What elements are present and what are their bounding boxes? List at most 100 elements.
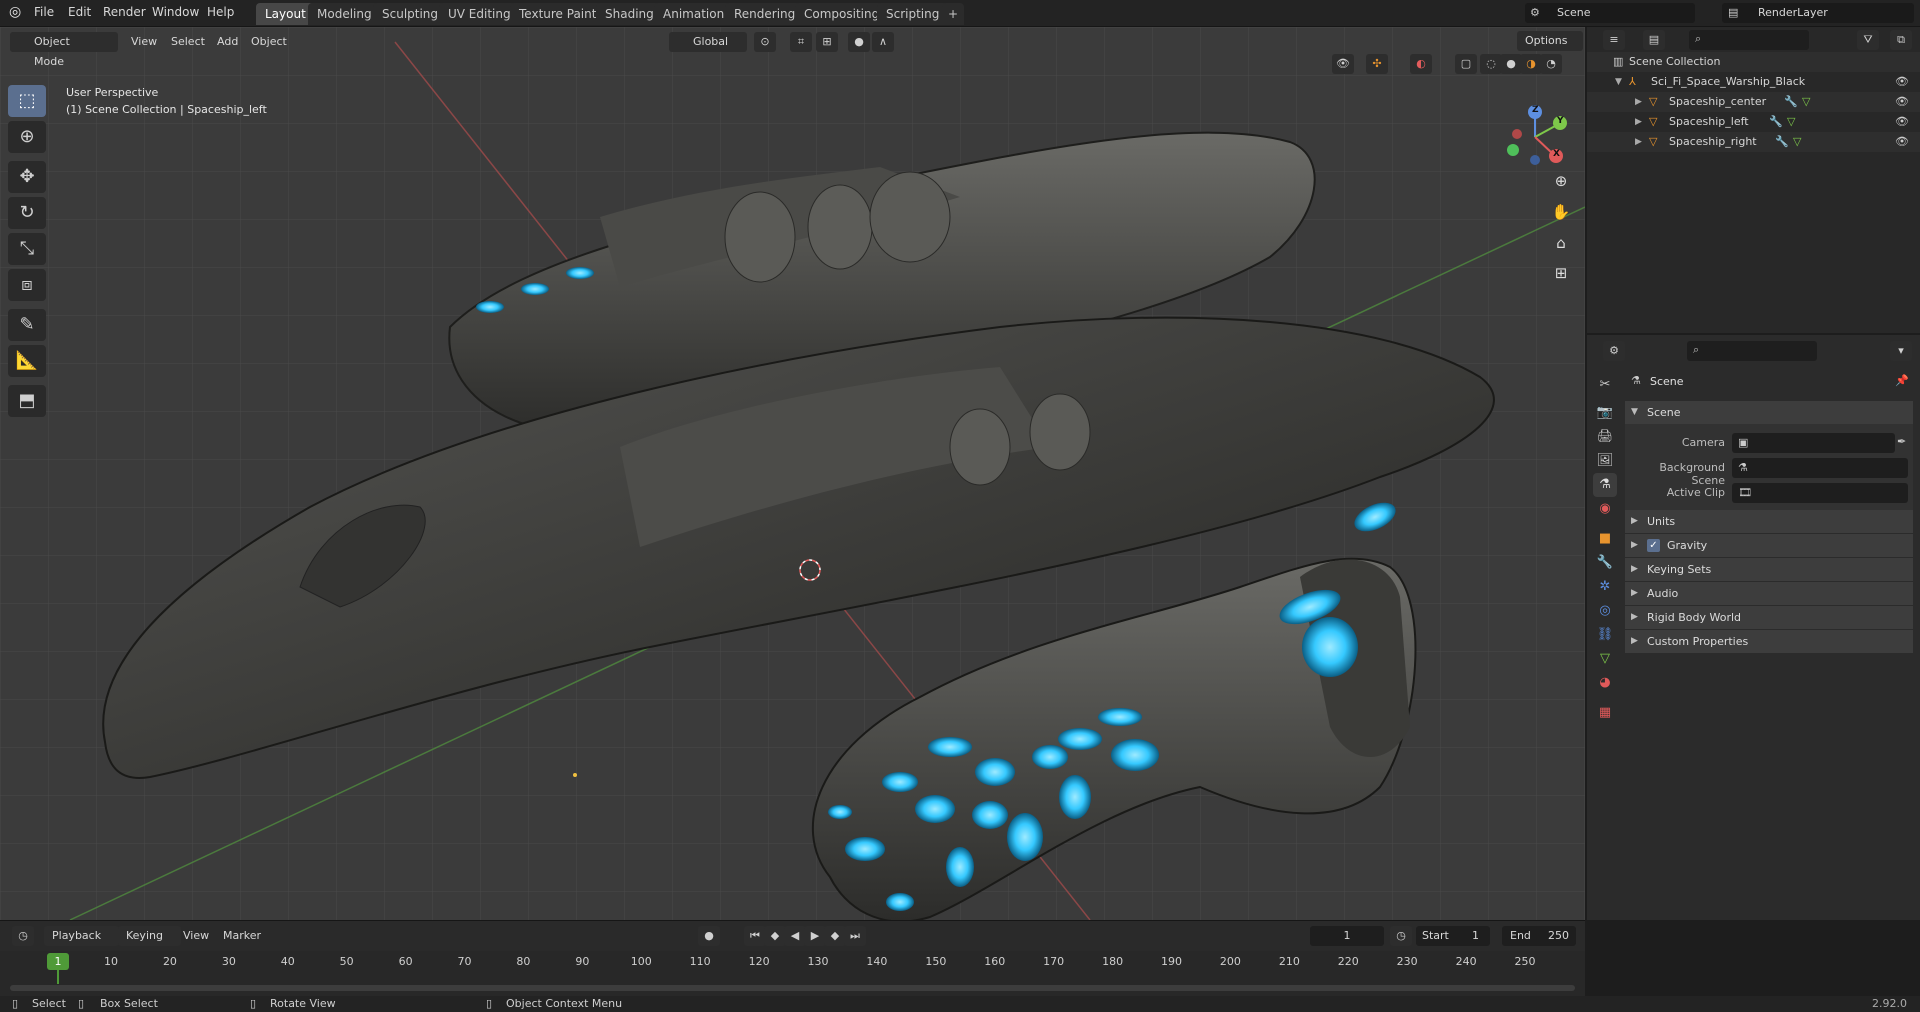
expand-arrow-icon[interactable]: ▶ bbox=[1635, 132, 1642, 152]
visibility-eye-icon[interactable]: 👁 bbox=[1895, 112, 1909, 132]
menu-edit[interactable]: Edit bbox=[68, 5, 91, 19]
expand-arrow-icon[interactable]: ▼ bbox=[1615, 72, 1622, 92]
menu-file[interactable]: File bbox=[34, 5, 54, 19]
transform-orientation-dropdown[interactable]: Global bbox=[669, 32, 747, 52]
gizmo-toggle-icon[interactable]: ✣ bbox=[1366, 54, 1388, 74]
expand-arrow-icon[interactable]: ▶ bbox=[1635, 92, 1642, 112]
zoom-icon[interactable]: ⊕ bbox=[1548, 168, 1574, 194]
active-clip-field[interactable] bbox=[1732, 483, 1908, 503]
menu-window[interactable]: Window bbox=[152, 5, 199, 19]
tab-rendering[interactable]: Rendering bbox=[725, 3, 805, 25]
viewport-menu-select[interactable]: Select bbox=[171, 32, 205, 52]
physics-tab-icon[interactable]: ◎ bbox=[1593, 599, 1617, 623]
solid-shading-icon[interactable]: ● bbox=[1500, 54, 1522, 74]
wireframe-shading-icon[interactable]: ◌ bbox=[1480, 54, 1502, 74]
filter-icon[interactable]: ⛛ bbox=[1857, 30, 1879, 50]
viewport-menu-object[interactable]: Object bbox=[251, 32, 287, 52]
falloff-icon[interactable]: ∧ bbox=[872, 32, 894, 52]
tab-compositing[interactable]: Compositing bbox=[795, 3, 889, 25]
add-cube-tool-icon[interactable]: ⬒ bbox=[8, 385, 46, 417]
camera-field[interactable] bbox=[1732, 433, 1895, 453]
annotate-tool-icon[interactable]: ✎ bbox=[8, 309, 46, 341]
properties-search-input[interactable] bbox=[1687, 341, 1817, 361]
options-dropdown[interactable]: Options bbox=[1517, 31, 1584, 51]
timeline-scrollbar[interactable] bbox=[10, 985, 1575, 991]
visibility-eye-icon[interactable]: 👁 bbox=[1895, 72, 1909, 92]
render-tab-icon[interactable]: 📷 bbox=[1593, 401, 1617, 425]
expand-arrow-icon[interactable]: ▶ bbox=[1631, 630, 1638, 653]
menu-render[interactable]: Render bbox=[103, 5, 146, 19]
expand-arrow-icon[interactable]: ▶ bbox=[1631, 558, 1638, 581]
blender-logo-icon[interactable]: ◎ bbox=[9, 4, 21, 20]
texture-tab-icon[interactable]: ▦ bbox=[1593, 701, 1617, 725]
ortho-toggle-icon[interactable]: ⊞ bbox=[1548, 260, 1574, 286]
expand-arrow-icon[interactable]: ▶ bbox=[1635, 112, 1642, 132]
viewport-menu-view[interactable]: View bbox=[131, 32, 157, 52]
display-mode-icon[interactable]: ▤ bbox=[1643, 30, 1665, 50]
tool-tab-icon[interactable]: ✂ bbox=[1593, 373, 1617, 397]
pivot-point-icon[interactable]: ⊙ bbox=[754, 32, 776, 52]
move-tool-icon[interactable]: ✥ bbox=[8, 161, 46, 193]
xray-icon[interactable]: ▢ bbox=[1455, 54, 1477, 74]
view-layer-selector[interactable]: RenderLayer bbox=[1722, 3, 1914, 23]
outliner-row-spaceship-center[interactable]: ▶ ▽ Spaceship_center 🔧 ▽ 👁 bbox=[1587, 92, 1920, 112]
panel-units[interactable]: ▶ Units bbox=[1625, 510, 1913, 533]
object-data-tab-icon[interactable]: ▽ bbox=[1593, 647, 1617, 671]
outliner-row-spaceship-left[interactable]: ▶ ▽ Spaceship_left 🔧 ▽ 👁 bbox=[1587, 112, 1920, 132]
playhead[interactable]: 1 bbox=[47, 953, 69, 970]
viewport-menu-add[interactable]: Add bbox=[217, 32, 238, 52]
panel-audio[interactable]: ▶ Audio bbox=[1625, 582, 1913, 605]
material-tab-icon[interactable]: ◕ bbox=[1593, 671, 1617, 695]
panel-custom-properties[interactable]: ▶ Custom Properties bbox=[1625, 630, 1913, 653]
tab-layout[interactable]: Layout bbox=[256, 3, 315, 25]
object-mode-dropdown[interactable]: Object Mode bbox=[10, 32, 118, 68]
outliner-editor-type-icon[interactable]: ≡ bbox=[1603, 30, 1625, 50]
eyedropper-icon[interactable]: ✒ bbox=[1897, 435, 1906, 448]
tab-shading[interactable]: Shading bbox=[596, 3, 663, 25]
expand-arrow-icon[interactable]: ▶ bbox=[1631, 534, 1638, 557]
world-tab-icon[interactable]: ◉ bbox=[1593, 497, 1617, 521]
snap-target-icon[interactable]: ⊞ bbox=[816, 32, 838, 52]
select-box-tool-icon[interactable]: ⬚ bbox=[8, 85, 46, 117]
3d-viewport[interactable]: ▣ Object Mode View Select Add Object Glo… bbox=[0, 27, 1585, 920]
measure-tool-icon[interactable]: 📐 bbox=[8, 345, 46, 377]
add-workspace-button[interactable]: + bbox=[942, 3, 965, 25]
cursor-tool-icon[interactable]: ⊕ bbox=[8, 121, 46, 153]
material-shading-icon[interactable]: ◑ bbox=[1520, 54, 1542, 74]
tab-sculpting[interactable]: Sculpting bbox=[373, 3, 448, 25]
outliner-row-spaceship-right[interactable]: ▶ ▽ Spaceship_right 🔧 ▽ 👁 bbox=[1587, 132, 1920, 152]
outliner-row-collection[interactable]: ▼ ⅄ Sci_Fi_Space_Warship_Black 👁 bbox=[1587, 72, 1920, 92]
new-collection-icon[interactable]: ⧉ bbox=[1890, 30, 1912, 50]
properties-editor-type-icon[interactable]: ⚙ bbox=[1603, 341, 1625, 361]
proportional-edit-icon[interactable]: ● bbox=[848, 32, 870, 52]
overlays-icon[interactable]: ◐ bbox=[1410, 54, 1432, 74]
pin-icon[interactable]: 📌 bbox=[1895, 374, 1909, 387]
tab-scripting[interactable]: Scripting bbox=[877, 3, 949, 25]
object-tab-icon[interactable]: ■ bbox=[1593, 527, 1617, 551]
background-scene-field[interactable] bbox=[1732, 458, 1908, 478]
rotate-tool-icon[interactable]: ↻ bbox=[8, 197, 46, 229]
visibility-icon[interactable]: 👁 bbox=[1332, 54, 1354, 74]
pan-hand-icon[interactable]: ✋ bbox=[1548, 199, 1574, 225]
outliner-row-root[interactable]: ▥ Scene Collection bbox=[1587, 52, 1920, 72]
scene-selector[interactable]: Scene bbox=[1525, 3, 1695, 23]
panel-scene-header[interactable]: ▼ Scene bbox=[1625, 401, 1913, 424]
visibility-eye-icon[interactable]: 👁 bbox=[1895, 92, 1909, 112]
tab-modeling[interactable]: Modeling bbox=[308, 3, 381, 25]
visibility-eye-icon[interactable]: 👁 bbox=[1895, 132, 1909, 152]
view-layer-tab-icon[interactable]: 🖼 bbox=[1593, 449, 1617, 473]
tab-uv-editing[interactable]: UV Editing bbox=[439, 3, 520, 25]
panel-rigid-body-world[interactable]: ▶ Rigid Body World bbox=[1625, 606, 1913, 629]
camera-view-icon[interactable]: ⌂ bbox=[1548, 230, 1574, 256]
rendered-shading-icon[interactable]: ◔ bbox=[1540, 54, 1562, 74]
snap-icon[interactable]: ⌗ bbox=[790, 32, 812, 52]
panel-keying-sets[interactable]: ▶ Keying Sets bbox=[1625, 558, 1913, 581]
constraints-tab-icon[interactable]: ⛓ bbox=[1593, 623, 1617, 647]
expand-arrow-icon[interactable]: ▶ bbox=[1631, 510, 1638, 533]
expand-arrow-icon[interactable]: ▼ bbox=[1631, 401, 1638, 424]
tab-texture-paint[interactable]: Texture Paint bbox=[510, 3, 606, 25]
menu-help[interactable]: Help bbox=[207, 5, 234, 19]
expand-arrow-icon[interactable]: ▶ bbox=[1631, 582, 1638, 605]
output-tab-icon[interactable]: 🖨 bbox=[1593, 425, 1617, 449]
transform-tool-icon[interactable]: ⧈ bbox=[8, 269, 46, 301]
